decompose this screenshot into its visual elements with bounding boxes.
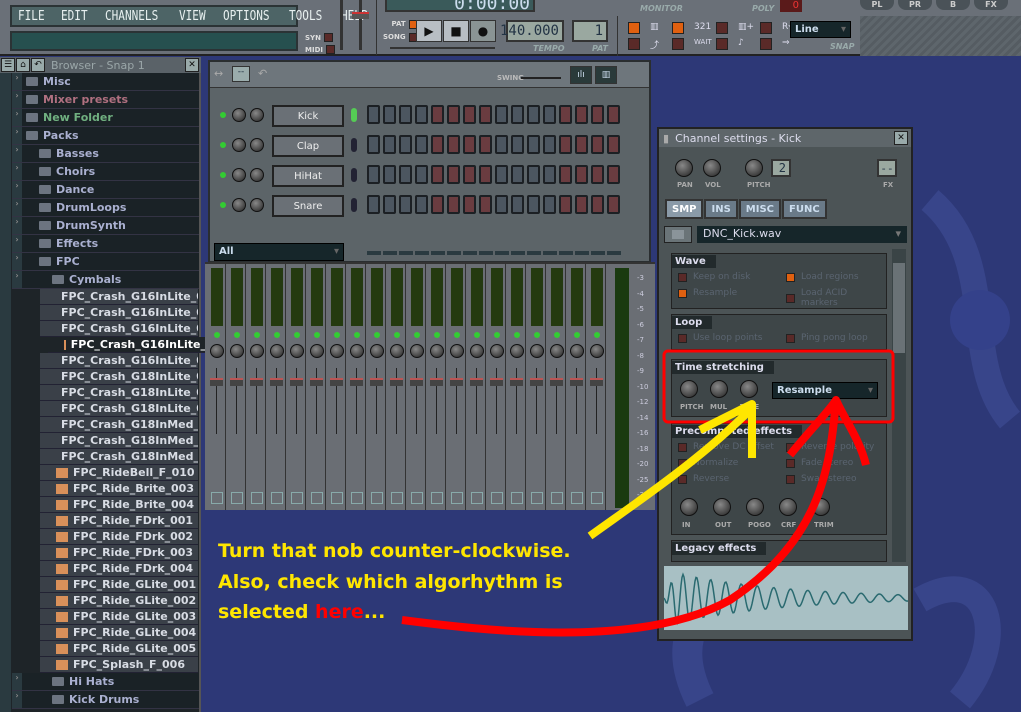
red-arrow [401, 396, 870, 637]
yellow-arrow [587, 400, 756, 540]
highlight-box [662, 349, 895, 424]
annotation-arrows [401, 349, 895, 637]
